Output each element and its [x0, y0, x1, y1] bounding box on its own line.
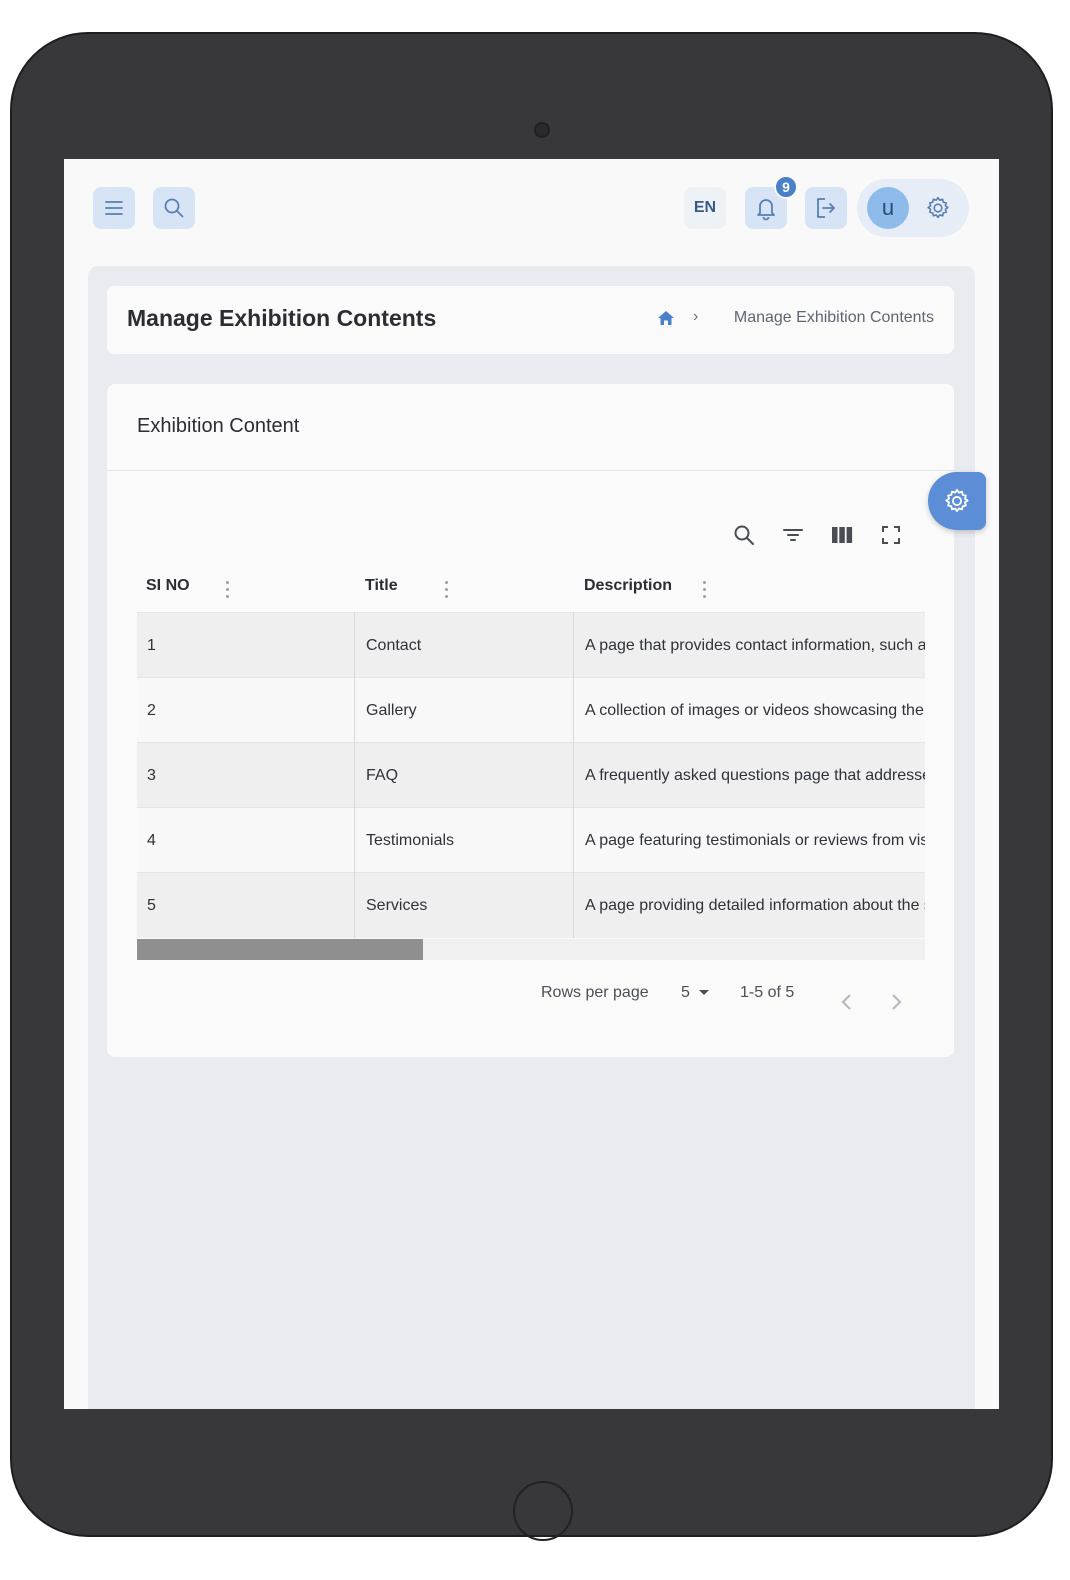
- chevron-left-icon[interactable]: [840, 993, 854, 1011]
- content-area: Manage Exhibition Contents › Manage Exhi…: [88, 266, 986, 1409]
- column-header-si-no[interactable]: SI NO: [146, 577, 190, 595]
- menu-button[interactable]: [93, 187, 135, 229]
- home-button: [513, 1481, 573, 1541]
- cell-si-no: 4: [147, 832, 156, 849]
- gear-icon[interactable]: [925, 195, 951, 221]
- data-table: 1 Contact A page that provides contact i…: [137, 612, 925, 939]
- gear-icon: [945, 488, 969, 513]
- column-menu-title[interactable]: [445, 581, 449, 599]
- notification-count: 9: [782, 179, 790, 195]
- column-header-description[interactable]: Description: [584, 577, 672, 595]
- cell-title: Gallery: [366, 702, 417, 719]
- rows-per-page-label: Rows per page: [541, 984, 649, 1001]
- logout-icon: [817, 198, 835, 218]
- breadcrumb-current: Manage Exhibition Contents: [733, 309, 934, 326]
- table-row[interactable]: 2 Gallery A collection of images or vide…: [137, 677, 925, 743]
- cell-title: Testimonials: [366, 832, 455, 849]
- home-icon[interactable]: [657, 310, 675, 326]
- avatar-initial: u: [881, 195, 895, 220]
- bell-icon: [757, 199, 775, 221]
- logout-button[interactable]: [805, 187, 847, 229]
- rows-per-page-value: 5: [681, 984, 690, 1001]
- fullscreen-icon[interactable]: [879, 523, 903, 547]
- pagination-range: 1-5 of 5: [740, 984, 795, 1001]
- columns-icon[interactable]: [830, 523, 854, 547]
- menu-icon: [105, 201, 123, 215]
- column-header-title[interactable]: Title: [365, 577, 398, 595]
- table-row[interactable]: 1 Contact A page that provides contact i…: [137, 612, 925, 678]
- rows-per-page-select[interactable]: 5: [681, 982, 710, 1004]
- cell-si-no: 2: [147, 702, 156, 719]
- cell-description: A page providing detailed information ab…: [585, 897, 925, 914]
- cell-description: A frequently asked questions page that a…: [585, 767, 925, 784]
- horizontal-scrollbar[interactable]: [137, 939, 925, 960]
- search-icon[interactable]: [732, 523, 756, 547]
- cell-description: A page that provides contact information…: [585, 637, 925, 654]
- section-divider: [107, 470, 954, 471]
- breadcrumb-separator: ›: [693, 308, 699, 325]
- language-button[interactable]: EN: [684, 187, 726, 229]
- chevron-right-icon[interactable]: [889, 993, 903, 1011]
- column-menu-si-no[interactable]: [226, 581, 230, 599]
- column-divider: [573, 612, 574, 938]
- notification-badge: 9: [774, 175, 798, 199]
- camera: [534, 122, 550, 138]
- cell-title: Services: [366, 897, 428, 914]
- app-screen: EN 9 u Manage Exhibition Contents › Mana…: [64, 159, 999, 1409]
- section-title: Exhibition Content: [137, 415, 300, 437]
- cell-title: Contact: [366, 637, 422, 654]
- cell-title: FAQ: [366, 767, 399, 784]
- user-menu[interactable]: u: [857, 179, 969, 237]
- filter-icon[interactable]: [781, 523, 805, 547]
- table-row[interactable]: 4 Testimonials A page featuring testimon…: [137, 807, 925, 873]
- column-menu-description[interactable]: [703, 581, 707, 599]
- scrollbar-thumb[interactable]: [137, 939, 423, 960]
- settings-fab[interactable]: [928, 472, 986, 530]
- search-button[interactable]: [153, 187, 195, 229]
- page-header-card: Manage Exhibition Contents › Manage Exhi…: [107, 286, 954, 354]
- language-label: EN: [693, 199, 717, 216]
- chevron-down-icon: [698, 990, 709, 995]
- table-row[interactable]: 5 Services A page providing detailed inf…: [137, 872, 925, 938]
- cell-si-no: 1: [147, 637, 156, 654]
- cell-si-no: 3: [147, 767, 156, 784]
- cell-description: A page featuring testimonials or reviews…: [585, 832, 925, 849]
- table-row[interactable]: 3 FAQ A frequently asked questions page …: [137, 742, 925, 808]
- page-title: Manage Exhibition Contents: [127, 305, 437, 331]
- cell-si-no: 5: [147, 897, 156, 914]
- exhibition-content-card: Exhibition Content SI NO Title Descripti…: [107, 384, 954, 1057]
- search-icon: [164, 198, 184, 218]
- avatar[interactable]: u: [867, 187, 909, 229]
- cell-description: A collection of images or videos showcas…: [585, 702, 925, 719]
- column-divider: [354, 612, 355, 938]
